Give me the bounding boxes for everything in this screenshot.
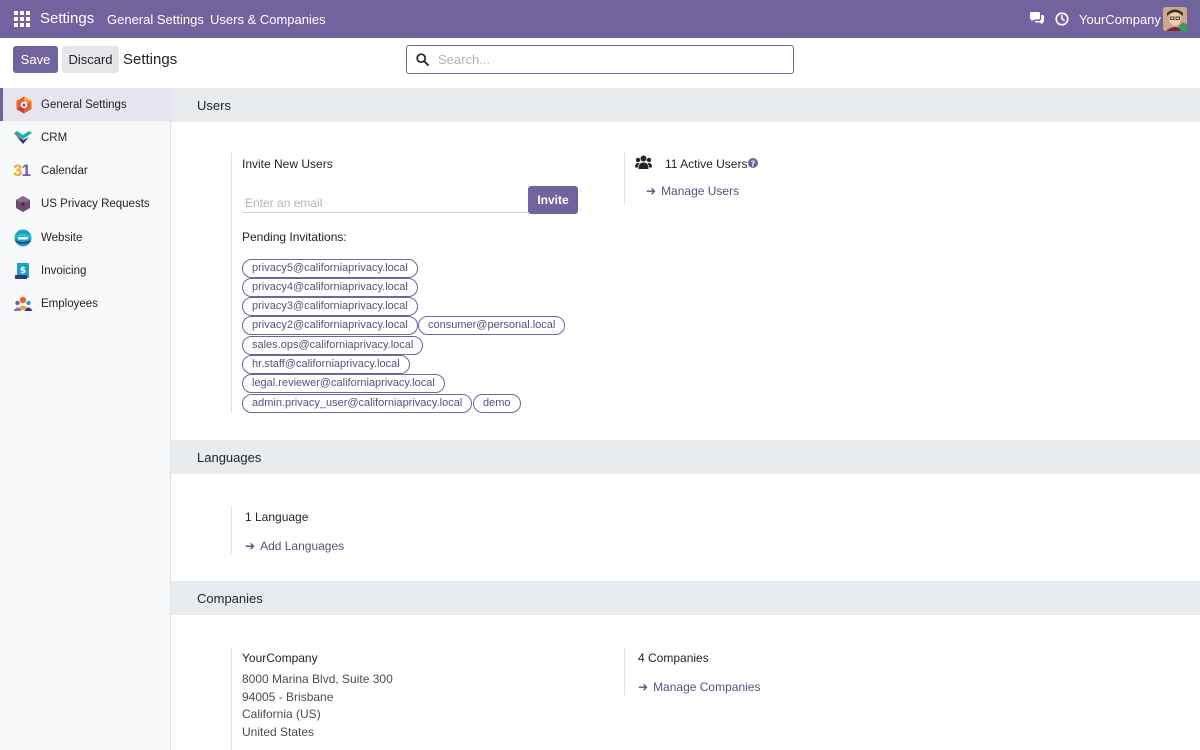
top-navbar: Settings General Settings Users & Compan… [0, 0, 1200, 38]
sidebar-item-crm[interactable]: CRM [0, 121, 170, 154]
users-section-header: Users [171, 88, 1200, 122]
search-icon [416, 53, 429, 66]
sidebar-item-label: Employees [41, 297, 98, 310]
divider [624, 647, 625, 695]
sidebar-item-calendar[interactable]: 31 Calendar [0, 154, 170, 187]
page-title: Settings [123, 51, 178, 68]
menu-users-companies[interactable]: Users & Companies [210, 12, 326, 27]
website-icon [14, 229, 32, 246]
languages-section-header: Languages [171, 440, 1200, 474]
user-avatar[interactable] [1163, 7, 1187, 31]
svg-text:?: ? [751, 159, 756, 168]
pending-invitation[interactable]: legal.reviewer@californiaprivacy.local [242, 374, 445, 393]
divider [231, 506, 232, 554]
active-users-count: 11 Active Users [665, 157, 748, 171]
svg-text:$: $ [20, 266, 26, 276]
users-icon [635, 155, 652, 169]
menu-general-settings[interactable]: General Settings [107, 12, 204, 27]
calendar-icon: 31 [13, 160, 31, 180]
crm-icon [14, 130, 32, 144]
invoicing-icon: $ [15, 262, 29, 279]
sidebar-item-label: CRM [41, 131, 68, 144]
app-brand[interactable]: Settings [40, 10, 94, 27]
company-name: YourCompany [242, 651, 318, 665]
pending-invitation[interactable]: privacy2@californiaprivacy.local [242, 316, 418, 335]
section-title: Companies [197, 591, 263, 606]
pending-invitation[interactable]: consumer@personal.local [418, 316, 566, 335]
save-button[interactable]: Save [13, 46, 58, 73]
sidebar-item-general-settings[interactable]: General Settings [0, 88, 170, 121]
pending-title: Pending Invitations: [242, 230, 347, 244]
sidebar-item-us-privacy-requests[interactable]: US Privacy Requests [0, 187, 170, 220]
discard-button[interactable]: Discard [62, 46, 119, 73]
pending-invitation[interactable]: privacy4@californiaprivacy.local [242, 278, 418, 297]
pending-invitation[interactable]: demo [473, 394, 521, 413]
sidebar-item-label: US Privacy Requests [41, 197, 150, 210]
company-address-line: 8000 Marina Blvd, Suite 300 [242, 672, 393, 686]
pending-invitation[interactable]: hr.staff@californiaprivacy.local [242, 355, 410, 374]
company-address-line: United States [242, 725, 315, 739]
sidebar-item-label: General Settings [41, 98, 127, 111]
search-bar[interactable] [406, 45, 794, 74]
sidebar-item-label: Website [41, 231, 83, 244]
general-settings-icon [16, 96, 32, 113]
sidebar-item-employees[interactable]: Employees [0, 287, 170, 320]
pending-invitation[interactable]: privacy3@californiaprivacy.local [242, 297, 418, 316]
sidebar-item-invoicing[interactable]: $ Invoicing [0, 254, 170, 287]
arrow-right-icon: ➔ [245, 539, 256, 553]
search-input[interactable] [438, 52, 778, 67]
manage-users-link[interactable]: ➔ Manage Users [646, 184, 739, 198]
companies-section-header: Companies [171, 581, 1200, 615]
help-icon[interactable]: ? [748, 158, 758, 168]
privacy-icon [16, 195, 30, 212]
companies-count: 4 Companies [638, 651, 709, 665]
sidebar-item-website[interactable]: Website [0, 221, 170, 254]
chat-icon[interactable] [1029, 11, 1045, 26]
pending-invitation[interactable]: admin.privacy_user@californiaprivacy.loc… [242, 394, 473, 413]
arrow-right-icon: ➔ [646, 184, 657, 198]
sidebar-item-label: Calendar [41, 164, 88, 177]
language-count: 1 Language [245, 510, 309, 524]
company-address-line: California (US) [242, 707, 321, 721]
pending-invitation[interactable]: sales.ops@californiaprivacy.local [242, 336, 424, 355]
clock-icon[interactable] [1055, 12, 1069, 26]
invite-email-input[interactable] [242, 193, 528, 213]
sidebar-item-label: Invoicing [41, 264, 87, 277]
pending-invitation[interactable]: privacy5@californiaprivacy.local [242, 259, 418, 278]
settings-sidebar: General Settings CRM 31 Calendar US Priv… [0, 88, 171, 750]
invite-title: Invite New Users [242, 157, 333, 171]
arrow-right-icon: ➔ [638, 680, 649, 694]
add-languages-link[interactable]: ➔ Add Languages [245, 539, 344, 553]
divider [231, 647, 232, 750]
employees-icon [13, 296, 33, 311]
company-address-line: 94005 - Brisbane [242, 690, 334, 704]
divider [624, 153, 625, 204]
company-switcher[interactable]: YourCompany [1079, 12, 1161, 27]
manage-companies-link[interactable]: ➔ Manage Companies [638, 680, 760, 694]
section-title: Languages [197, 450, 262, 465]
section-title: Users [197, 98, 231, 113]
apps-grid-icon[interactable] [14, 11, 30, 27]
divider [231, 153, 232, 413]
invite-button[interactable]: Invite [528, 186, 578, 214]
